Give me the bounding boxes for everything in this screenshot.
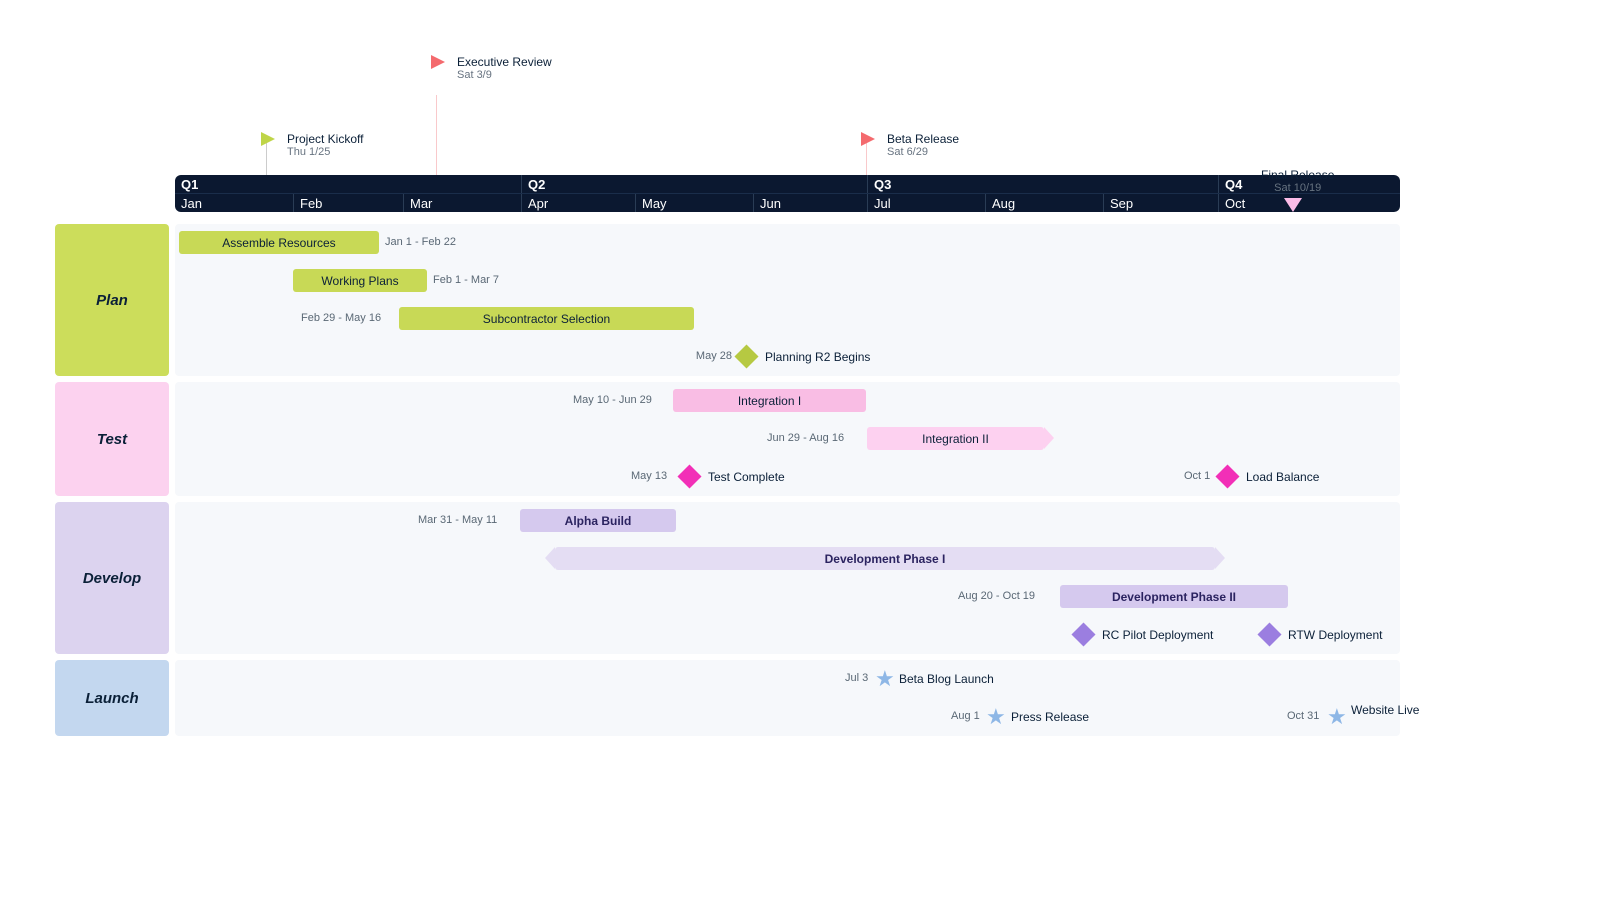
month-label: Mar [403, 194, 521, 212]
flag-date: Sat 10/19 [1261, 182, 1334, 194]
flag-label: Final Release [1261, 168, 1334, 182]
milestone-date: May 28 [687, 350, 732, 362]
diamond-icon[interactable] [1071, 622, 1095, 646]
gantt-body: Plan Assemble Resources Jan 1 - Feb 22 W… [55, 224, 1400, 742]
group-lanes: Mar 31 - May 11 Alpha Build Development … [175, 502, 1400, 654]
diamond-icon[interactable] [1257, 622, 1281, 646]
milestone-date: Oct 1 [1184, 470, 1210, 482]
milestone-label: Test Complete [708, 470, 785, 484]
task-range: Mar 31 - May 11 [418, 514, 497, 526]
month-label: Jan [175, 194, 293, 212]
flag-date: Sat 3/9 [457, 69, 552, 81]
flag-icon [861, 132, 875, 149]
flag-date: Sat 6/29 [887, 146, 959, 158]
flag-date: Thu 1/25 [287, 146, 363, 158]
flag-beta-release: Beta ReleaseSat 6/29 [865, 135, 867, 175]
flag-label: Project Kickoff [287, 132, 363, 146]
group-header: Test [55, 382, 169, 496]
milestone-label: RTW Deployment [1288, 628, 1382, 642]
milestone-label: Beta Blog Launch [899, 672, 994, 686]
month-label: Feb [293, 194, 403, 212]
milestone-label: Website Live [1351, 703, 1403, 717]
star-icon[interactable]: ★ [875, 668, 895, 690]
month-label: Aug [985, 194, 1103, 212]
gantt-chart: Project KickoffThu 1/25 Executive Review… [55, 80, 1400, 742]
flag-executive-review: Executive ReviewSat 3/9 [435, 95, 437, 175]
milestone-date: May 13 [631, 470, 667, 482]
month-label: Sep [1103, 194, 1218, 212]
task-range: Aug 20 - Oct 19 [958, 590, 1035, 602]
diamond-icon[interactable] [734, 344, 758, 368]
milestone-label: RC Pilot Deployment [1102, 628, 1213, 642]
task-range: May 10 - Jun 29 [573, 394, 652, 406]
task-bar[interactable]: Assemble Resources [179, 231, 379, 254]
task-bar[interactable]: Integration I [673, 389, 866, 412]
star-icon[interactable]: ★ [986, 706, 1006, 728]
quarter-label: Q2 [521, 175, 867, 193]
milestone-label: Press Release [1011, 710, 1089, 724]
flag-down-icon [1284, 198, 1302, 215]
group-header: Develop [55, 502, 169, 654]
group-plan: Plan Assemble Resources Jan 1 - Feb 22 W… [55, 224, 1400, 376]
group-lanes: Assemble Resources Jan 1 - Feb 22 Workin… [175, 224, 1400, 376]
milestone-date: Oct 31 [1287, 710, 1319, 722]
flag-project-kickoff: Project KickoffThu 1/25 [265, 135, 267, 175]
month-label: Oct [1218, 194, 1335, 212]
group-lanes: May 10 - Jun 29 Integration I Jun 29 - A… [175, 382, 1400, 496]
star-icon[interactable]: ★ [1327, 706, 1347, 728]
milestone-label: Planning R2 Begins [765, 350, 870, 364]
flag-icon [261, 132, 275, 149]
task-range: Jan 1 - Feb 22 [385, 236, 456, 248]
milestone-date: Jul 3 [845, 672, 868, 684]
milestone-flags: Project KickoffThu 1/25 Executive Review… [175, 80, 1400, 175]
group-launch: Launch Jul 3 ★ Beta Blog Launch Aug 1 ★ … [55, 660, 1400, 736]
task-bar[interactable]: Development Phase II [1060, 585, 1288, 608]
quarter-label: Q3 [867, 175, 1218, 193]
group-header: Plan [55, 224, 169, 376]
month-label: May [635, 194, 753, 212]
flag-icon [431, 55, 445, 72]
diamond-icon[interactable] [677, 464, 701, 488]
milestone-date: Aug 1 [951, 710, 980, 722]
task-bar[interactable]: Working Plans [293, 269, 427, 292]
task-range: Jun 29 - Aug 16 [767, 432, 844, 444]
task-bar[interactable]: Alpha Build [520, 509, 676, 532]
task-bar[interactable]: Subcontractor Selection [399, 307, 694, 330]
diamond-icon[interactable] [1215, 464, 1239, 488]
month-label: Apr [521, 194, 635, 212]
task-bar[interactable]: Development Phase I [555, 547, 1215, 570]
flag-final-release: Final ReleaseSat 10/19 [1293, 174, 1295, 175]
month-label: Jun [753, 194, 867, 212]
task-range: Feb 29 - May 16 [301, 312, 381, 324]
group-develop: Develop Mar 31 - May 11 Alpha Build Deve… [55, 502, 1400, 654]
milestone-label: Load Balance [1246, 470, 1319, 484]
timeline-header: Q1 Q2 Q3 Q4 Jan Feb Mar Apr May Jun Jul … [175, 175, 1400, 212]
task-bar[interactable]: Integration II [867, 427, 1044, 450]
month-label: Jul [867, 194, 985, 212]
group-test: Test May 10 - Jun 29 Integration I Jun 2… [55, 382, 1400, 496]
flag-label: Beta Release [887, 132, 959, 146]
group-header: Launch [55, 660, 169, 736]
task-range: Feb 1 - Mar 7 [433, 274, 499, 286]
quarter-label: Q1 [175, 175, 521, 193]
group-lanes: Jul 3 ★ Beta Blog Launch Aug 1 ★ Press R… [175, 660, 1400, 736]
flag-label: Executive Review [457, 55, 552, 69]
